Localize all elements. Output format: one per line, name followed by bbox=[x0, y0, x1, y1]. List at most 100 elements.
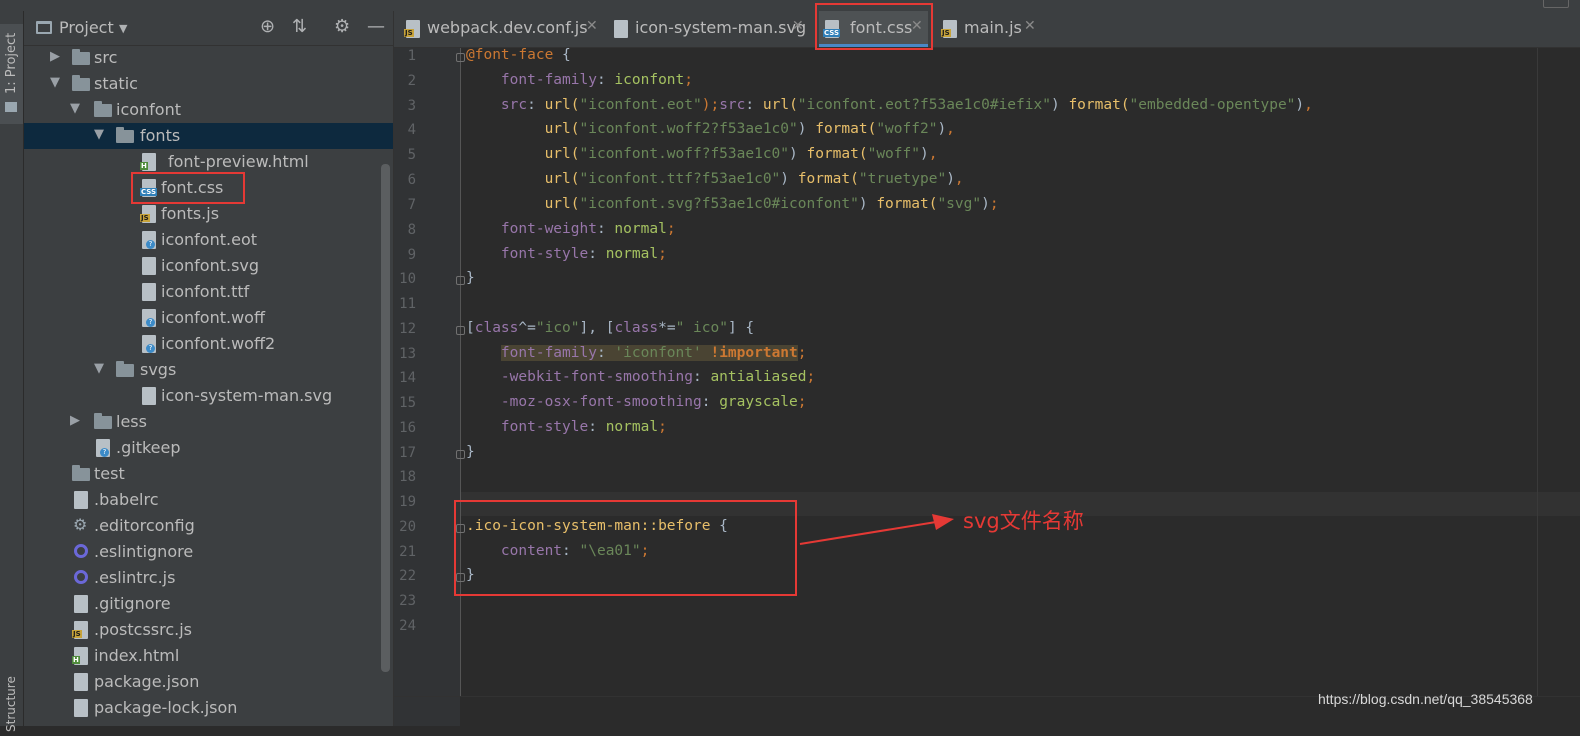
folder-icon bbox=[116, 361, 134, 377]
tab-icon-system-man[interactable]: icon-system-man.svg ✕ bbox=[610, 11, 810, 47]
tree-item-less[interactable]: ▶ less bbox=[24, 409, 393, 435]
expand-arrow-icon[interactable]: ▶ bbox=[50, 49, 60, 64]
tree-item-static[interactable]: ▼ static bbox=[24, 71, 393, 97]
code-line-16: font-style: normal; bbox=[500, 419, 667, 435]
tree-item-fonts-js[interactable]: JS fonts.js bbox=[24, 201, 393, 227]
locate-icon[interactable]: ⊕ bbox=[260, 16, 275, 37]
tree-item-iconfont-woff[interactable]: ? iconfont.woff bbox=[24, 305, 393, 331]
code-line-12: [class^="ico"], [class*=" ico"] { bbox=[466, 320, 755, 336]
code-line-13: font-family: 'iconfont' !important; bbox=[500, 345, 807, 361]
tool-tab-project[interactable]: 1: Project bbox=[0, 24, 23, 124]
fold-icon[interactable] bbox=[456, 450, 465, 459]
text-file-icon bbox=[142, 283, 156, 301]
tree-item-iconfont-eot[interactable]: ? iconfont.eot bbox=[24, 227, 393, 253]
folder-icon bbox=[72, 465, 90, 481]
left-tool-strip: 1: Project Structure bbox=[0, 11, 24, 732]
unknown-file-icon: ? bbox=[142, 335, 156, 353]
svg-file-icon bbox=[614, 20, 628, 38]
tab-main-js[interactable]: JS main.js ✕ bbox=[939, 11, 1044, 47]
html-file-icon: H bbox=[72, 647, 88, 665]
code-line-7: url("iconfont.svg?f53ae1c0#iconfont") fo… bbox=[544, 196, 999, 212]
code-line-5: url("iconfont.woff?f53ae1c0") format("wo… bbox=[544, 146, 938, 162]
code-line-15: -moz-osx-font-smoothing: grayscale; bbox=[500, 394, 807, 410]
eslint-icon bbox=[74, 570, 88, 584]
tree-item-iconfont-ttf[interactable]: iconfont.ttf bbox=[24, 279, 393, 305]
folder-icon bbox=[5, 102, 17, 112]
annotation-arrow-line bbox=[799, 521, 937, 545]
gear-icon: ⚙ bbox=[73, 515, 88, 534]
minimize-icon[interactable]: — bbox=[367, 16, 385, 37]
collapse-arrow-icon[interactable]: ▼ bbox=[94, 361, 104, 376]
window-top-strip bbox=[0, 0, 1580, 11]
config-file-icon bbox=[74, 673, 88, 691]
collapse-arrow-icon[interactable]: ▼ bbox=[94, 127, 104, 142]
tree-item-svgs[interactable]: ▼ svgs bbox=[24, 357, 393, 383]
tree-item-babelrc[interactable]: .babelrc bbox=[24, 487, 393, 513]
config-file-icon bbox=[74, 491, 88, 509]
close-icon[interactable]: ✕ bbox=[1024, 18, 1036, 34]
unknown-file-icon: ? bbox=[142, 231, 156, 249]
collapse-icon[interactable]: ⇅ bbox=[292, 16, 307, 37]
tree-item-eslintrc[interactable]: .eslintrc.js bbox=[24, 565, 393, 591]
editor-tab-bar: JS webpack.dev.conf.js ✕ icon-system-man… bbox=[394, 11, 1580, 48]
close-icon[interactable]: ✕ bbox=[792, 18, 804, 34]
collapse-arrow-icon[interactable]: ▼ bbox=[50, 75, 60, 90]
code-line-3: src: url("iconfont.eot");src: url("iconf… bbox=[500, 97, 1313, 113]
tree-item-iconfont-woff2[interactable]: ? iconfont.woff2 bbox=[24, 331, 393, 357]
code-line-17: } bbox=[466, 444, 475, 460]
gear-icon[interactable]: ⚙ bbox=[334, 16, 350, 37]
annotation-arrow-head bbox=[932, 514, 954, 530]
unknown-file-icon: ? bbox=[96, 439, 110, 457]
folder-icon bbox=[72, 49, 90, 65]
tree-item-postcssrc[interactable]: JS .postcssrc.js bbox=[24, 617, 393, 643]
code-line-8: font-weight: normal; bbox=[500, 221, 676, 237]
folder-icon bbox=[116, 127, 134, 143]
tree-item-package-json[interactable]: package.json bbox=[24, 669, 393, 695]
svg-file-icon bbox=[142, 257, 156, 275]
js-file-icon: JS bbox=[404, 20, 420, 38]
tab-webpack-dev-conf[interactable]: JS webpack.dev.conf.js ✕ bbox=[402, 11, 602, 47]
js-file-icon: JS bbox=[72, 621, 88, 639]
chevron-down-icon[interactable]: ▼ bbox=[119, 22, 127, 35]
tree-item-eslintignore[interactable]: .eslintignore bbox=[24, 539, 393, 565]
project-scrollbar[interactable] bbox=[381, 164, 390, 672]
tree-item-gitignore[interactable]: .gitignore bbox=[24, 591, 393, 617]
fold-icon[interactable] bbox=[456, 326, 465, 335]
folder-icon bbox=[94, 413, 112, 429]
status-indicator bbox=[1543, 0, 1569, 8]
tree-item-gitkeep[interactable]: ? .gitkeep bbox=[24, 435, 393, 461]
tree-item-package-lock[interactable]: package-lock.json bbox=[24, 695, 393, 721]
tree-item-fonts[interactable]: ▼ fonts bbox=[24, 123, 393, 149]
code-line-4: url("iconfont.woff2?f53ae1c0") format("w… bbox=[544, 121, 955, 137]
config-file-icon bbox=[74, 699, 88, 717]
annotation-label: svg文件名称 bbox=[963, 509, 1084, 533]
tree-item-test[interactable]: test bbox=[24, 461, 393, 487]
tree-item-src[interactable]: ▶ src bbox=[24, 45, 393, 71]
right-margin-guide bbox=[1537, 48, 1538, 696]
svg-file-icon bbox=[142, 387, 156, 405]
highlight-box-font-css-tab bbox=[815, 3, 933, 50]
tree-item-index-html[interactable]: H index.html bbox=[24, 643, 393, 669]
close-icon[interactable]: ✕ bbox=[586, 18, 598, 34]
folder-icon bbox=[94, 101, 112, 117]
fold-icon[interactable] bbox=[456, 53, 465, 62]
code-line-14: -webkit-font-smoothing: antialiased; bbox=[500, 369, 816, 385]
folder-icon bbox=[72, 75, 90, 91]
editor-area: JS webpack.dev.conf.js ✕ icon-system-man… bbox=[394, 3, 1580, 726]
collapse-arrow-icon[interactable]: ▼ bbox=[70, 101, 80, 116]
tree-item-iconfont-svg[interactable]: iconfont.svg bbox=[24, 253, 393, 279]
project-panel: Project ▼ ⊕ ⇅ ⚙ — ▶ src ▼ static ▼ iconf… bbox=[24, 11, 394, 726]
fold-icon[interactable] bbox=[456, 276, 465, 285]
watermark: https://blog.csdn.net/qq_38545368 bbox=[1318, 691, 1533, 707]
code-line-9: font-style: normal; bbox=[500, 246, 667, 262]
tree-item-editorconfig[interactable]: ⚙ .editorconfig bbox=[24, 513, 393, 539]
expand-arrow-icon[interactable]: ▶ bbox=[70, 413, 80, 428]
tree-item-icon-system-man[interactable]: icon-system-man.svg bbox=[24, 383, 393, 409]
project-panel-title[interactable]: Project bbox=[59, 18, 114, 37]
project-panel-header: Project ▼ ⊕ ⇅ ⚙ — bbox=[24, 11, 393, 46]
tree-item-iconfont[interactable]: ▼ iconfont bbox=[24, 97, 393, 123]
code-line-10: } bbox=[466, 270, 475, 286]
code-line-1: @font-face { bbox=[466, 47, 571, 63]
config-file-icon bbox=[74, 595, 88, 613]
eslint-icon bbox=[74, 544, 88, 558]
